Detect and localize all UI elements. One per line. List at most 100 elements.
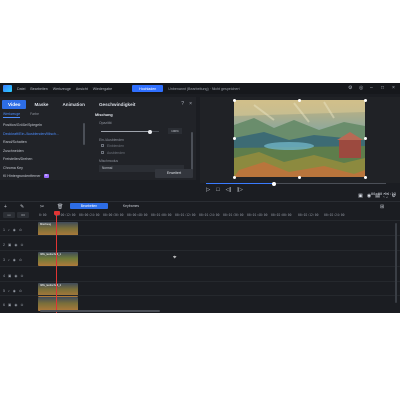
edit-icon[interactable]: ✎ — [20, 204, 24, 210]
resize-handle[interactable] — [363, 98, 367, 102]
upload-button[interactable]: Hochladen — [132, 85, 164, 92]
playback-knob[interactable] — [272, 181, 277, 186]
subtab-color[interactable]: Farbe — [30, 112, 39, 118]
lock-icon[interactable]: ⊙ — [21, 303, 24, 307]
play-icon[interactable]: ▷ — [206, 187, 210, 193]
tab-mask[interactable]: Maske — [28, 100, 54, 109]
feature-border-shadow[interactable]: Rand/Schatten — [3, 138, 83, 147]
quality-icon[interactable]: ▤ — [375, 193, 380, 199]
track-index: 2 — [3, 242, 5, 247]
close-icon[interactable]: × — [392, 86, 397, 91]
minimize-icon[interactable]: – — [370, 86, 375, 91]
menu-item[interactable]: Bearbeiten — [30, 87, 47, 91]
menu-item[interactable]: Ansicht — [76, 87, 88, 91]
timeline-track[interactable]: 3 ♪ ◉ ⊙ IMG_landschaft_1 — [0, 250, 400, 267]
split-icon[interactable]: ✂ — [40, 204, 44, 210]
prev-frame-icon[interactable]: ◁| — [226, 187, 232, 193]
stop-icon[interactable]: □ — [216, 187, 219, 193]
video-icon[interactable]: ▣ — [8, 274, 11, 278]
blend-mode-label: Mischmodus — [99, 159, 119, 163]
resize-handle[interactable] — [298, 175, 301, 179]
lock-icon[interactable]: ⊙ — [21, 274, 24, 278]
tab-animation[interactable]: Animation — [56, 100, 90, 109]
subtab-tools[interactable]: Werkzeuge — [3, 112, 21, 118]
resize-handle[interactable] — [232, 175, 236, 179]
feature-crop[interactable]: Zuschneiden — [3, 147, 83, 156]
lock-icon[interactable]: ⊙ — [19, 289, 22, 293]
timeline-ruler[interactable]: ▭ ••• 0:00 00:00:12:00 00:00:24:00 00:00… — [0, 211, 400, 220]
volume-icon[interactable]: ◉ — [367, 193, 371, 199]
playback-progress[interactable] — [206, 181, 386, 186]
menu-item[interactable]: Wiedergabe — [93, 87, 112, 91]
visibility-icon[interactable]: ◉ — [14, 274, 17, 278]
resize-handle[interactable] — [363, 175, 367, 179]
maximize-icon[interactable]: □ — [381, 86, 386, 91]
tab-speed[interactable]: Geschwindigkeit — [93, 100, 142, 109]
settings-scrollbar[interactable] — [191, 132, 193, 172]
fit-timeline-icon[interactable]: ⊞ — [380, 204, 384, 210]
timeline-vscrollbar[interactable] — [395, 223, 397, 303]
video-icon[interactable]: ▣ — [8, 303, 11, 307]
advanced-button[interactable]: Erweitert — [155, 169, 193, 178]
tick-label: 00:01:48:00 — [247, 213, 268, 217]
music-icon[interactable]: ♪ — [8, 228, 10, 232]
help-icon[interactable]: ? — [181, 101, 184, 107]
menu-item[interactable]: Datei — [17, 87, 25, 91]
feature-position[interactable]: Position/Größe/Spiegeln — [3, 121, 83, 130]
fullscreen-icon[interactable]: ⛶ — [384, 193, 388, 199]
fade-out-checkbox[interactable] — [101, 151, 104, 154]
preview-video-frame[interactable] — [234, 100, 365, 177]
opacity-slider[interactable] — [101, 129, 159, 134]
feature-list-scrollbar[interactable] — [83, 123, 85, 145]
resize-handle[interactable] — [232, 98, 236, 102]
lock-icon[interactable]: ⊙ — [19, 228, 22, 232]
music-icon[interactable]: ♪ — [8, 289, 10, 293]
resize-handle[interactable] — [232, 137, 236, 140]
menu-item[interactable]: Werkzeuge — [53, 87, 71, 91]
video-icon[interactable]: ▣ — [8, 243, 11, 247]
delete-icon[interactable]: 🗑 — [57, 204, 63, 210]
visibility-icon[interactable]: ◉ — [13, 258, 16, 262]
playhead[interactable] — [56, 212, 57, 313]
visibility-icon[interactable]: ◉ — [13, 228, 16, 232]
playhead-handle[interactable] — [53, 211, 60, 215]
resize-handle[interactable] — [298, 98, 301, 102]
settings-icon[interactable]: ⚙ — [392, 193, 396, 199]
account-icon[interactable]: ◎ — [359, 86, 364, 91]
feature-chroma-key[interactable]: Chroma Key — [3, 164, 83, 173]
track-options-icon[interactable]: ▭ — [3, 212, 15, 218]
timeline-clip[interactable]: IMG_landschaft_1 — [38, 252, 78, 266]
snapshot-icon[interactable]: ▣ — [358, 193, 363, 199]
feature-cutout-rotate[interactable]: Freistellen/Drehen — [3, 155, 83, 164]
feature-ai-bg-remover[interactable]: KI Hintergrundentferner KI — [3, 172, 83, 181]
resize-handle[interactable] — [363, 137, 367, 140]
timeline-clip[interactable] — [38, 297, 78, 311]
music-icon[interactable]: ♪ — [8, 258, 10, 262]
add-track-icon[interactable]: + — [4, 204, 7, 210]
landscape-image — [234, 100, 365, 177]
tab-video[interactable]: Video — [2, 100, 27, 109]
feature-opacity-blend[interactable]: Deckkraft/Ein-/Ausblenden/Misch... — [3, 130, 83, 139]
tab-edit[interactable]: Bearbeiten — [70, 203, 108, 209]
opacity-slider-knob[interactable] — [148, 129, 153, 134]
visibility-icon[interactable]: ◉ — [14, 243, 17, 247]
lock-icon[interactable]: ⊙ — [21, 243, 24, 247]
more-options-icon[interactable]: ••• — [17, 212, 29, 218]
timeline-hscrollbar[interactable] — [40, 310, 160, 312]
timeline-clip[interactable]: Mischung — [38, 222, 78, 236]
visibility-icon[interactable]: ◉ — [14, 303, 17, 307]
fade-out-label: Ausblenden — [107, 150, 125, 155]
tab-keyframes[interactable]: Keyframes — [112, 203, 150, 209]
track-index: 1 — [3, 227, 5, 232]
visibility-icon[interactable]: ◉ — [13, 289, 16, 293]
menu-bar: Datei Bearbeiten Werkzeuge Ansicht Wiede… — [17, 87, 112, 91]
tick-label: 00:02:24:00 — [324, 213, 345, 217]
fade-in-checkbox[interactable] — [101, 144, 104, 147]
settings-icon[interactable]: ⚙ — [348, 86, 353, 91]
tick-label: 00:00:48:00 — [127, 213, 148, 217]
next-frame-icon[interactable]: |▷ — [237, 187, 243, 193]
close-panel-icon[interactable]: × — [189, 101, 192, 107]
tick-label: 00:01:36:00 — [223, 213, 244, 217]
lock-icon[interactable]: ⊙ — [19, 258, 22, 262]
opacity-value-field[interactable]: 100% — [168, 128, 182, 134]
